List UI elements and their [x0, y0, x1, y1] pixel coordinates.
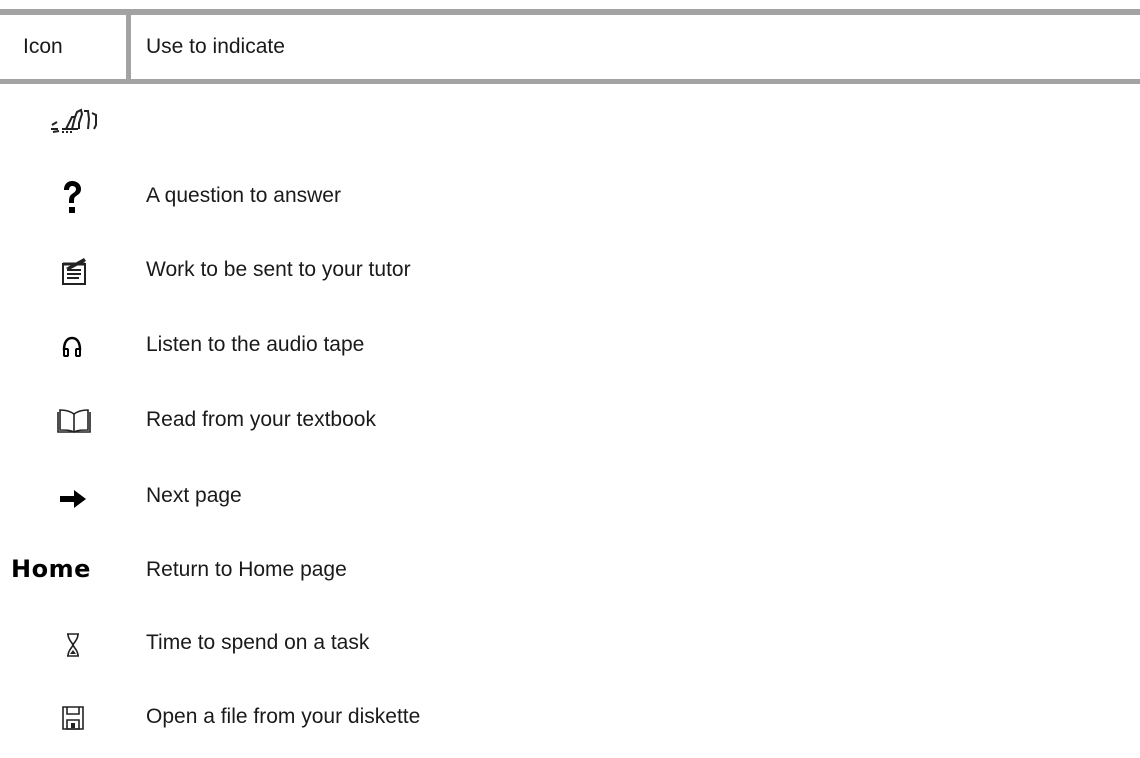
home-text-icon: Home [11, 555, 91, 583]
row-label: A question to answer [146, 184, 341, 207]
hourglass-icon [67, 633, 79, 657]
table-header-rule [0, 79, 1140, 84]
icon-cell [0, 697, 164, 737]
icon-cell [0, 176, 164, 216]
header-column-divider [126, 15, 131, 79]
icon-cell: Home [0, 550, 164, 590]
row-label: Next page [146, 484, 242, 507]
row-label: Listen to the audio tape [146, 333, 365, 356]
row-label: Time to spend on a task [146, 631, 370, 654]
table-row-question: A question to answer [0, 176, 1140, 216]
icon-cell [0, 400, 164, 440]
icon-cell [0, 101, 164, 141]
open-book-icon [57, 409, 91, 433]
headphones-icon [62, 336, 82, 357]
table-row-home: Home Return to Home page [0, 550, 1140, 590]
notepad-pen-icon [62, 258, 86, 285]
question-mark-icon [64, 181, 81, 213]
diskette-icon [62, 706, 84, 730]
hand-writing-icon [51, 108, 97, 133]
table-row-writing [0, 101, 1140, 141]
icon-cell [0, 476, 164, 516]
row-label: Work to be sent to your tutor [146, 258, 411, 281]
table-row-work: Work to be sent to your tutor [0, 250, 1140, 290]
icon-cell [0, 325, 164, 365]
table-row-time: Time to spend on a task [0, 623, 1140, 663]
icon-cell [0, 623, 164, 663]
table-header-row: Icon Use to indicate [0, 15, 1140, 79]
icon-cell [0, 250, 164, 290]
table-row-audio: Listen to the audio tape [0, 325, 1140, 365]
table-row-textbook: Read from your textbook [0, 400, 1140, 440]
right-arrow-icon [60, 490, 86, 508]
table-row-diskette: Open a file from your diskette [0, 697, 1140, 737]
row-label: Return to Home page [146, 558, 347, 581]
row-label: Open a file from your diskette [146, 705, 421, 728]
header-icon-column: Icon [23, 35, 63, 58]
table-row-next: Next page [0, 476, 1140, 516]
header-use-column: Use to indicate [146, 35, 285, 58]
row-label: Read from your textbook [146, 408, 376, 431]
